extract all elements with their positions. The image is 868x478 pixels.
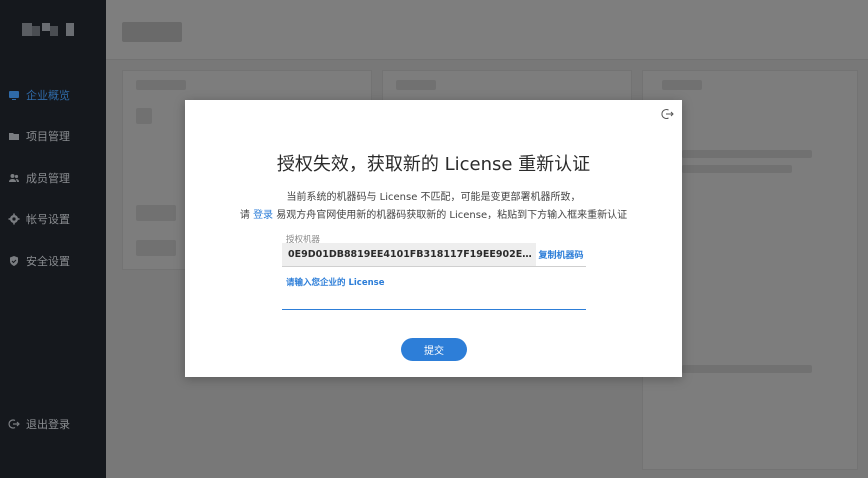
monitor-icon — [8, 89, 20, 101]
logo — [22, 20, 74, 36]
dialog-description-line2: 请 登录 易观方舟官网使用新的机器码获取新的 License，粘贴到下方输入框来… — [185, 206, 682, 221]
dialog-title: 授权失效，获取新的 License 重新认证 — [276, 154, 591, 175]
submit-button[interactable]: 提交 — [401, 338, 467, 361]
sidebar: 企业概览 项目管理 成员管理 帐号设置 安全设置 退出登录 — [0, 0, 106, 478]
sidebar-item-members[interactable]: 成员管理 — [8, 168, 70, 188]
sidebar-item-security[interactable]: 安全设置 — [8, 251, 70, 271]
placeholder-block — [136, 80, 186, 90]
machine-code-value: 0E9D01DB8819EE4101FB318117F19EE902E388D.… — [288, 249, 532, 260]
logout-icon — [660, 107, 674, 121]
placeholder-block — [136, 108, 152, 124]
close-dialog-button[interactable] — [660, 107, 674, 121]
sidebar-item-label: 帐号设置 — [26, 213, 70, 226]
users-icon — [8, 172, 20, 184]
page-title — [122, 22, 182, 42]
placeholder-block — [136, 240, 176, 256]
logout-button[interactable]: 退出登录 — [8, 414, 70, 434]
placeholder-block — [396, 80, 436, 90]
placeholder-block — [662, 80, 702, 90]
sidebar-item-label: 项目管理 — [26, 130, 70, 143]
placeholder-block — [682, 365, 812, 373]
sidebar-item-account[interactable]: 帐号设置 — [8, 209, 70, 229]
license-dialog: 授权失效，获取新的 License 重新认证 当前系统的机器码与 License… — [185, 100, 682, 377]
sidebar-item-overview[interactable]: 企业概览 — [8, 85, 70, 105]
folder-icon — [8, 130, 20, 142]
sidebar-item-label: 成员管理 — [26, 172, 70, 185]
shield-icon — [8, 255, 20, 267]
sidebar-item-label: 企业概览 — [26, 89, 70, 102]
placeholder-block — [682, 150, 812, 158]
logout-icon — [8, 418, 20, 430]
placeholder-block — [682, 165, 792, 173]
license-input[interactable] — [282, 288, 586, 310]
sidebar-item-projects[interactable]: 项目管理 — [8, 126, 70, 146]
logout-label: 退出登录 — [26, 418, 70, 431]
gear-icon — [8, 213, 20, 225]
topbar — [106, 0, 868, 60]
license-input-label: 请输入您企业的 License — [286, 278, 385, 288]
placeholder-block — [136, 205, 176, 221]
dialog-description-line1: 当前系统的机器码与 License 不匹配，可能是变更部署机器所致， — [286, 192, 581, 203]
description-text: 请 — [239, 210, 254, 221]
machine-code-field: 0E9D01DB8819EE4101FB318117F19EE902E388D.… — [282, 243, 536, 267]
description-text: 易观方舟官网使用新的机器码获取新的 License，粘贴到下方输入框来重新认证 — [273, 210, 628, 221]
sidebar-item-label: 安全设置 — [26, 255, 70, 268]
login-link[interactable]: 登录 — [253, 210, 273, 221]
copy-machine-code-button[interactable]: 复制机器码 — [536, 243, 586, 267]
